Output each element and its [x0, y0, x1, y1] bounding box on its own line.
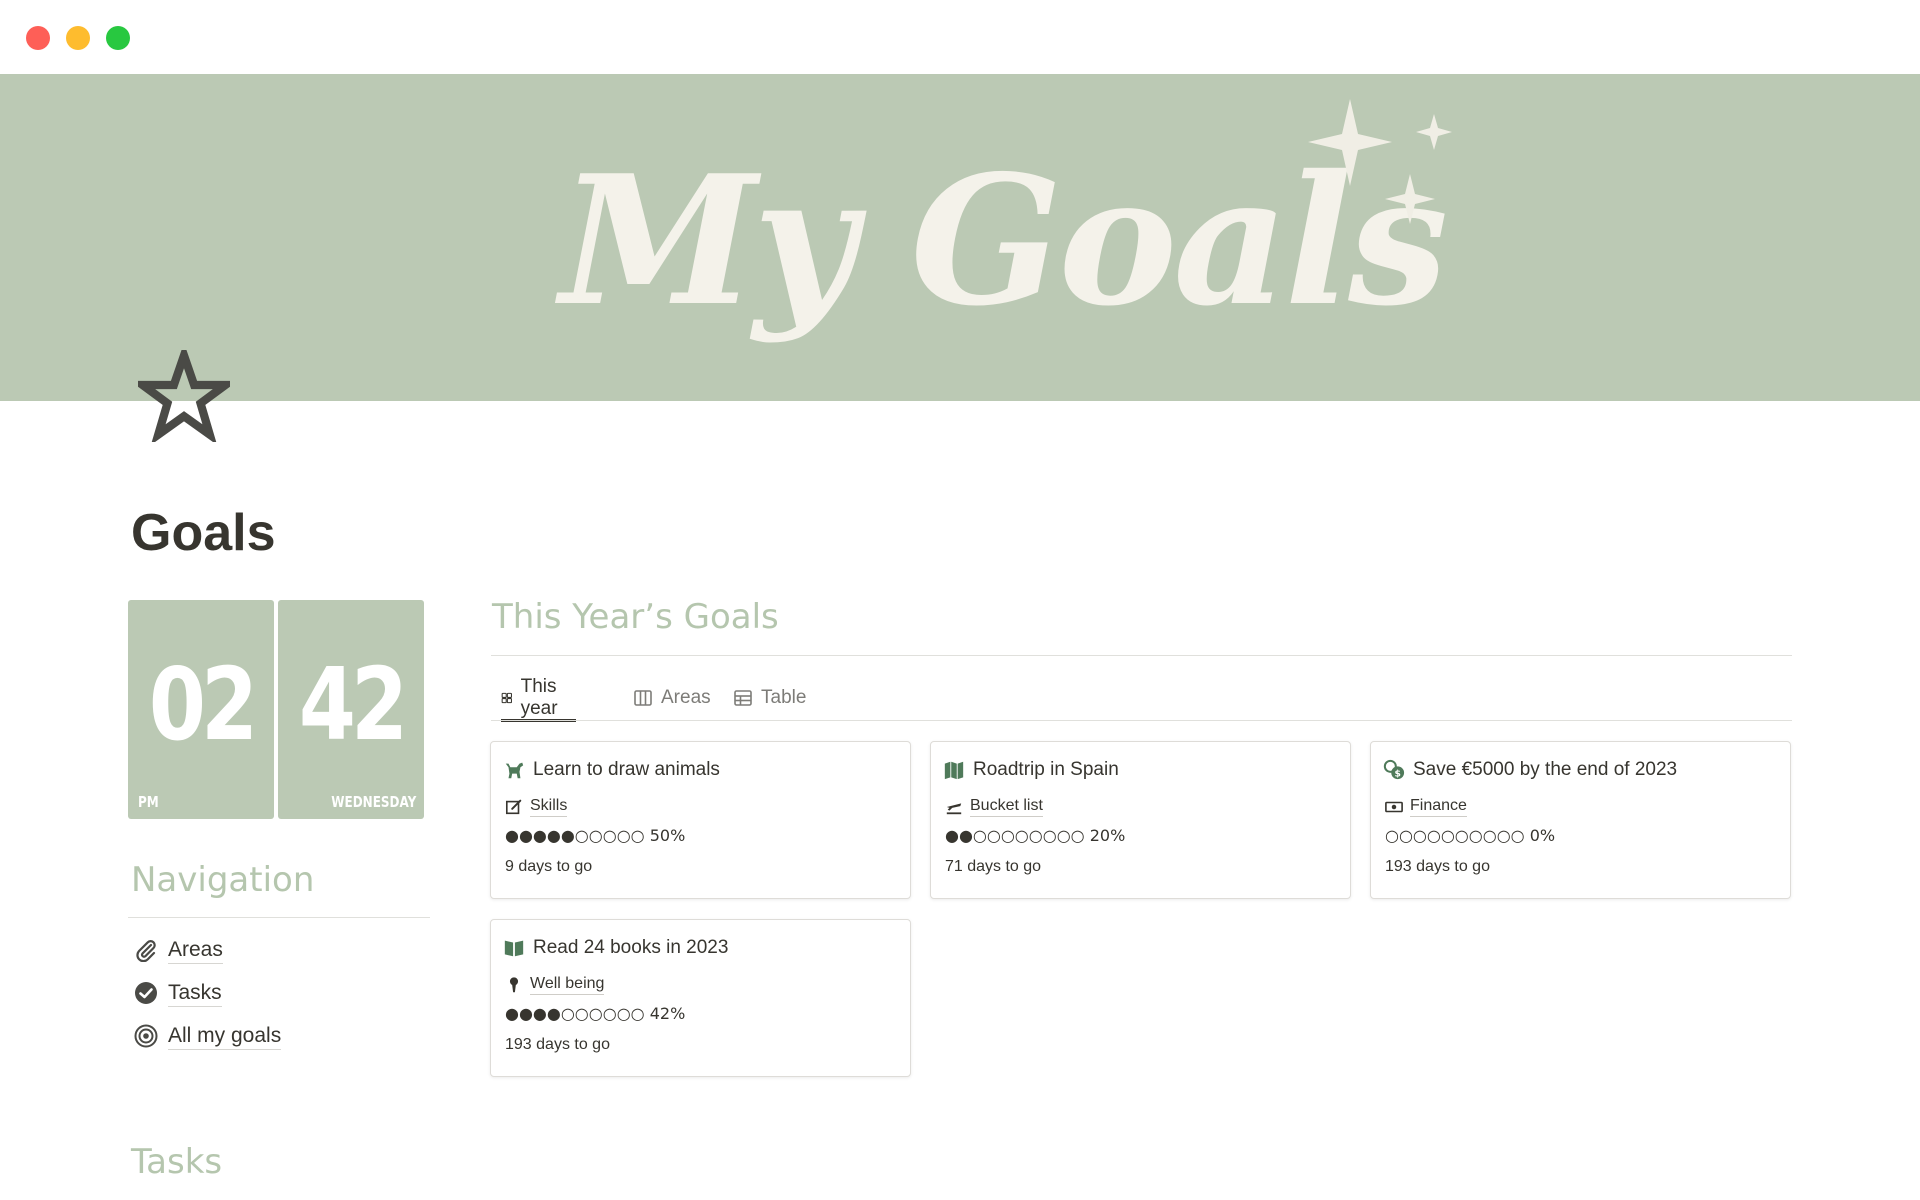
goal-card-header: Read 24 books in 2023: [503, 937, 728, 959]
tabs-divider: [491, 720, 1792, 721]
goals-divider: [491, 655, 1792, 656]
goal-card-header: $ Save €5000 by the end of 2023: [1383, 759, 1677, 781]
tab-label-this-year: This year: [520, 676, 558, 719]
goal-card[interactable]: $ Save €5000 by the end of 2023 Finance …: [1370, 741, 1791, 899]
goal-title: Read 24 books in 2023: [533, 937, 729, 958]
goal-progress-percent: 20%: [1089, 826, 1126, 845]
person-icon: [509, 976, 519, 992]
money-icon: [1385, 801, 1403, 812]
goal-area-label: Skills: [530, 796, 568, 817]
goal-progress-percent: 50%: [649, 826, 686, 845]
goal-area-label: Bucket list: [970, 796, 1043, 817]
board-icon: [634, 690, 652, 706]
goal-progress-bar: ●●○○○○○○○○: [945, 826, 1085, 845]
goal-progress: ●●●●●○○○○○ 50%: [505, 826, 685, 845]
goal-area-label: Well being: [530, 974, 605, 995]
nav-label-all-goals: All my goals: [168, 1023, 282, 1050]
goal-progress-bar: ●●●●○○○○○○: [505, 1004, 645, 1023]
page-cover: My Goals: [0, 74, 1920, 401]
paperclip-icon: [136, 940, 156, 962]
dog-icon: [505, 762, 524, 779]
nav-item-areas[interactable]: Areas: [134, 933, 223, 967]
svg-text:$: $: [1394, 768, 1400, 779]
table-icon: [734, 690, 752, 706]
goal-progress-percent: 42%: [649, 1004, 686, 1023]
goal-title: Roadtrip in Spain: [973, 759, 1119, 780]
clock-minute-tile: 42 WEDNESDAY: [278, 600, 424, 819]
target-icon: [134, 1024, 158, 1048]
close-window-button[interactable]: [26, 26, 50, 50]
goal-card-header: Roadtrip in Spain: [943, 759, 1119, 781]
nav-label-tasks: Tasks: [168, 980, 222, 1007]
goal-progress-percent: 0%: [1529, 826, 1556, 845]
goal-area[interactable]: Well being: [505, 974, 605, 995]
clock-weekday: WEDNESDAY: [330, 793, 416, 811]
zoom-window-button[interactable]: [106, 26, 130, 50]
gallery-icon: [501, 692, 512, 704]
goal-title: Learn to draw animals: [533, 759, 720, 780]
edit-icon: [505, 799, 522, 814]
goal-title: Save €5000 by the end of 2023: [1413, 759, 1678, 780]
goal-days-left: 193 days to go: [1385, 858, 1490, 875]
nav-label-areas: Areas: [168, 937, 223, 964]
map-icon: [944, 761, 964, 780]
checkmark-circle-icon: [135, 982, 157, 1004]
tab-areas[interactable]: Areas: [633, 675, 711, 721]
minimize-window-button[interactable]: [66, 26, 90, 50]
window-titlebar: [0, 0, 1920, 74]
goal-days-left: 193 days to go: [505, 1036, 610, 1053]
clock-minute: 42: [298, 646, 408, 763]
goal-days-left: 71 days to go: [945, 858, 1042, 875]
plane-icon: [946, 802, 962, 814]
goal-card[interactable]: Learn to draw animals Skills ●●●●●○○○○○ …: [490, 741, 911, 899]
goal-area[interactable]: Bucket list: [945, 796, 1043, 817]
book-icon: [504, 940, 524, 957]
clock-hour-tile: 02 PM: [128, 600, 274, 819]
clock-hour: 02: [148, 646, 258, 763]
goal-area-label: Finance: [1410, 796, 1467, 817]
tasks-heading: Tasks: [131, 1142, 223, 1182]
star-icon[interactable]: [138, 350, 230, 442]
nav-item-tasks[interactable]: Tasks: [134, 976, 222, 1010]
goal-area[interactable]: Skills: [505, 796, 568, 817]
goal-card[interactable]: Roadtrip in Spain Bucket list ●●○○○○○○○○…: [930, 741, 1351, 899]
goal-progress-bar: ●●●●●○○○○○: [505, 826, 645, 845]
goal-card-header: Learn to draw animals: [503, 759, 720, 781]
sparkles-icon: [1308, 99, 1452, 224]
nav-item-all-goals[interactable]: All my goals: [134, 1019, 282, 1053]
goal-progress: ●●●●○○○○○○ 42%: [505, 1004, 685, 1023]
navigation-divider: [128, 917, 430, 918]
navigation-heading: Navigation: [131, 860, 315, 900]
tab-label-areas: Areas: [661, 687, 711, 708]
goal-progress-bar: ○○○○○○○○○○: [1385, 826, 1525, 845]
goal-area[interactable]: Finance: [1385, 796, 1467, 817]
goal-days-left: 9 days to go: [505, 858, 593, 875]
clock-period: PM: [138, 793, 159, 811]
goal-progress: ○○○○○○○○○○ 0%: [1385, 826, 1555, 845]
coins-icon: $: [1383, 759, 1405, 779]
goal-card[interactable]: Read 24 books in 2023 Well being ●●●●○○○…: [490, 919, 911, 1077]
tab-this-year[interactable]: This year: [501, 675, 576, 722]
page-title: Goals: [131, 504, 276, 562]
goal-progress: ●●○○○○○○○○ 20%: [945, 826, 1125, 845]
tab-label-table: Table: [761, 687, 807, 708]
tab-table[interactable]: Table: [733, 675, 806, 721]
goals-heading: This Year’s Goals: [492, 597, 779, 637]
